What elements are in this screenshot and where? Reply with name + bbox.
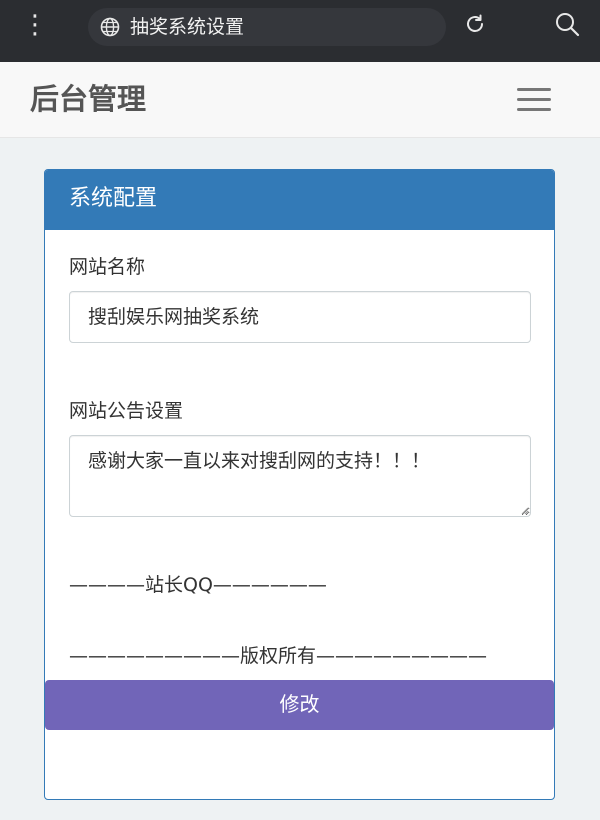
site-navbar: 后台管理 bbox=[0, 62, 600, 138]
panel-title: 系统配置 bbox=[69, 186, 158, 211]
hamburger-line bbox=[517, 98, 551, 101]
address-bar[interactable]: 抽奖系统设置 bbox=[88, 8, 446, 46]
page-title-in-address-bar: 抽奖系统设置 bbox=[130, 16, 245, 38]
contact-qq-line: ————站长QQ—————— bbox=[69, 574, 327, 596]
resize-grip-icon[interactable] bbox=[521, 507, 529, 515]
panel-heading: 系统配置 bbox=[45, 170, 554, 230]
menu-dots-icon[interactable]: ⋮ bbox=[22, 12, 48, 38]
globe-icon bbox=[100, 17, 120, 37]
hamburger-line bbox=[517, 88, 551, 91]
submit-button[interactable]: 修改 bbox=[45, 680, 554, 730]
browser-toolbar: ⋮ 抽奖系统设置 bbox=[0, 0, 600, 62]
hamburger-line bbox=[517, 108, 551, 111]
brand-title[interactable]: 后台管理 bbox=[30, 80, 146, 118]
notice-label: 网站公告设置 bbox=[69, 400, 184, 422]
copyright-line: —————————版权所有————————— bbox=[69, 645, 488, 667]
system-config-panel: 系统配置 网站名称 搜刮娱乐网抽奖系统 网站公告设置 感谢大家一直以来对搜刮网的… bbox=[44, 169, 555, 800]
notice-textarea[interactable]: 感谢大家一直以来对搜刮网的支持！！！ bbox=[69, 435, 531, 517]
reload-icon[interactable] bbox=[463, 12, 487, 36]
site-name-input[interactable]: 搜刮娱乐网抽奖系统 bbox=[69, 291, 531, 343]
hamburger-icon[interactable] bbox=[515, 86, 553, 114]
search-icon[interactable] bbox=[554, 11, 580, 37]
site-name-label: 网站名称 bbox=[69, 256, 146, 278]
